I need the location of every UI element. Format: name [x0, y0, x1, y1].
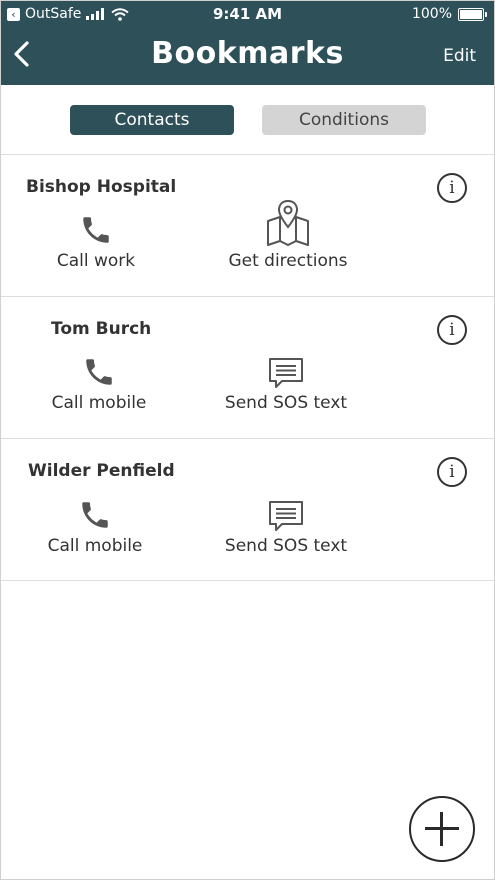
tab-contacts[interactable]: Contacts [70, 105, 234, 135]
contact-card[interactable]: Tom Burch i Call mobile Send SOS text [1, 297, 494, 439]
segmented-control: Contacts Conditions [1, 86, 494, 155]
action-label: Call work [56, 251, 136, 271]
contact-name: Bishop Hospital [26, 177, 177, 197]
battery-percent: 100% [411, 6, 452, 22]
info-icon[interactable]: i [437, 457, 467, 487]
action-label: Call mobile [51, 393, 147, 413]
action-label: Call mobile [47, 536, 143, 556]
get-directions-button[interactable]: Get directions [213, 199, 363, 271]
send-sos-text-button[interactable]: Send SOS text [211, 349, 361, 413]
battery-icon [458, 7, 487, 21]
edit-button[interactable]: Edit [443, 46, 476, 66]
action-label: Send SOS text [224, 393, 348, 413]
add-button[interactable] [409, 796, 475, 862]
contact-name: Tom Burch [51, 319, 152, 339]
message-icon [269, 358, 303, 388]
tab-conditions[interactable]: Conditions [262, 105, 426, 135]
message-icon [269, 501, 303, 531]
contact-card[interactable]: Wilder Penfield i Call mobile Send SOS t… [1, 439, 494, 581]
send-sos-text-button[interactable]: Send SOS text [211, 492, 361, 556]
info-icon[interactable]: i [437, 173, 467, 203]
action-label: Send SOS text [224, 536, 348, 556]
status-bar: ‹ OutSafe 9:41 AM 100% [1, 1, 494, 29]
call-work-button[interactable]: Call work [36, 207, 156, 271]
phone-icon [86, 359, 112, 385]
header: ‹ OutSafe 9:41 AM 100% Bookmarks Edit [1, 1, 494, 85]
contact-card[interactable]: Bishop Hospital i Call work Get directio… [1, 155, 494, 297]
status-right: 100% [411, 6, 487, 22]
call-mobile-button[interactable]: Call mobile [35, 492, 155, 556]
phone-icon [82, 502, 108, 528]
call-mobile-button[interactable]: Call mobile [39, 349, 159, 413]
info-icon[interactable]: i [437, 315, 467, 345]
app-screen: ‹ OutSafe 9:41 AM 100% Bookmarks Edit Co… [0, 0, 495, 880]
map-pin-icon [267, 199, 309, 246]
phone-icon [83, 217, 109, 243]
page-title: Bookmarks [151, 36, 344, 71]
nav-bar: Bookmarks Edit [1, 29, 494, 85]
contact-name: Wilder Penfield [28, 461, 175, 481]
action-label: Get directions [228, 251, 348, 271]
